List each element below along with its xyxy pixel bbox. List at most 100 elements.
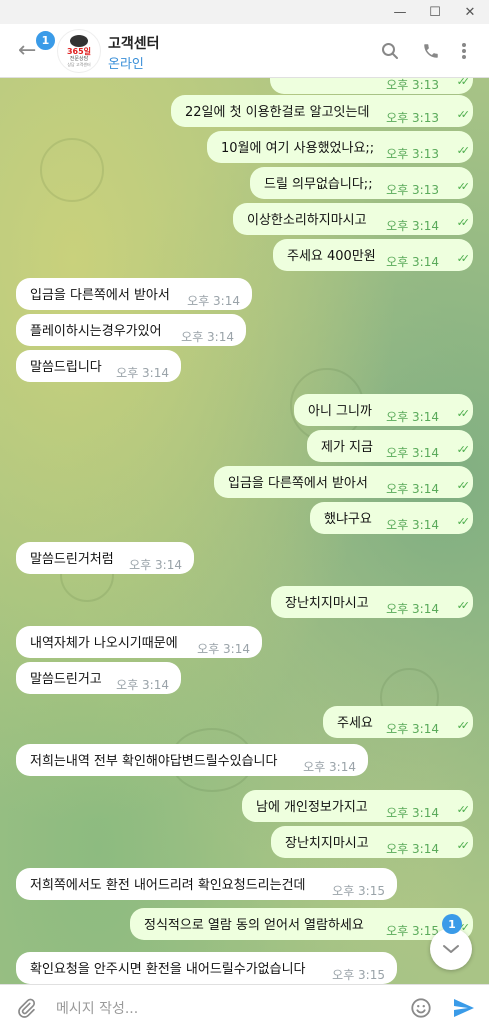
scroll-down-button[interactable] <box>430 928 472 970</box>
message-bubble-out[interactable]: 아니 그니까 오후 3:14 ✓✓ <box>294 394 473 426</box>
background-doodle <box>40 138 104 202</box>
message-bubble-in[interactable]: 플레이하시는경우가있어 오후 3:14 <box>16 314 246 346</box>
message-text: 제가 지금 <box>321 440 373 455</box>
message-time: 오후 3:13 <box>386 78 439 92</box>
double-check-icon: ✓✓ <box>456 599 471 612</box>
message-text: 입금을 다른쪽에서 받아서 <box>228 476 368 491</box>
message-bubble-in[interactable]: 말씀드립니다 오후 3:14 <box>16 350 181 382</box>
message-bubble-out[interactable]: 정식적으로 열람 동의 얻어서 열람하세요 오후 3:15 ✓✓ <box>130 908 473 940</box>
message-composer <box>0 984 489 1031</box>
double-check-icon: ✓✓ <box>456 443 471 456</box>
message-bubble-in[interactable]: 말씀드린거처럼 오후 3:14 <box>16 542 194 574</box>
message-input[interactable] <box>54 997 398 1021</box>
message-text: 말씀드립니다 <box>30 360 102 375</box>
message-bubble-out[interactable]: 이상한소리하지마시고 오후 3:14 ✓✓ <box>233 203 473 235</box>
emoji-icon[interactable] <box>409 996 433 1020</box>
message-text: 22일에 첫 이용한걸로 알고잇는데 <box>185 105 370 120</box>
message-bubble-partial[interactable]: 오후 3:13 ✓✓ <box>270 78 473 94</box>
message-text: 주세요 400만원 <box>287 249 376 264</box>
message-text: 말씀드린거처럼 <box>30 552 114 567</box>
message-bubble-in[interactable]: 내역자체가 나오시기때문에 오후 3:14 <box>16 626 262 658</box>
send-icon[interactable] <box>450 994 478 1022</box>
message-bubble-out[interactable]: 장난치지마시고 오후 3:14 ✓✓ <box>271 826 473 858</box>
chat-header: ← 1 365일 전문상담 상담 고객센터 고객센터 온라인 <box>0 24 489 78</box>
message-time: 오후 3:14 <box>386 842 439 856</box>
unread-badge: 1 <box>35 30 56 51</box>
message-time: 오후 3:14 <box>386 518 439 532</box>
message-text: 말씀드린거고 <box>30 672 102 687</box>
message-text: 했냐구요 <box>324 512 372 527</box>
message-time: 오후 3:14 <box>386 410 439 424</box>
double-check-icon: ✓✓ <box>456 252 471 265</box>
message-time: 오후 3:14 <box>386 806 439 820</box>
message-time: 오후 3:15 <box>332 968 385 982</box>
message-time: 오후 3:14 <box>303 760 356 774</box>
message-time: 오후 3:14 <box>116 366 169 380</box>
message-time: 오후 3:13 <box>386 183 439 197</box>
chevron-down-icon <box>443 945 459 953</box>
message-text: 저희는내역 전부 확인해야답변드릴수있습니다 <box>30 754 278 769</box>
message-time: 오후 3:14 <box>386 602 439 616</box>
maximize-button[interactable]: ☐ <box>415 0 455 24</box>
message-time: 오후 3:14 <box>386 722 439 736</box>
message-time: 오후 3:14 <box>386 255 439 269</box>
message-text: 정식적으로 열람 동의 얻어서 열람하세요 <box>144 918 364 933</box>
message-time: 오후 3:15 <box>332 884 385 898</box>
message-bubble-out[interactable]: 남에 개인정보가지고 오후 3:14 ✓✓ <box>242 790 473 822</box>
close-button[interactable]: ✕ <box>450 0 489 24</box>
paperclip-icon[interactable] <box>14 996 38 1020</box>
message-bubble-in[interactable]: 입금을 다른쪽에서 받아서 오후 3:14 <box>16 278 252 310</box>
avatar-face-icon <box>70 35 88 47</box>
message-bubble-in[interactable]: 저희쪽에서도 환전 내어드리려 확인요청드리는건데 오후 3:15 <box>16 868 397 900</box>
message-text: 드릴 의무없습니다;; <box>264 177 373 192</box>
message-bubble-out[interactable]: 22일에 첫 이용한걸로 알고잇는데 오후 3:13 ✓✓ <box>171 95 473 127</box>
double-check-icon: ✓✓ <box>456 78 471 88</box>
message-time: 오후 3:14 <box>197 642 250 656</box>
chat-title[interactable]: 고객센터 <box>108 33 160 53</box>
message-text: 확인요청을 안주시면 환전을 내어드릴수가없습니다 <box>30 962 306 977</box>
double-check-icon: ✓✓ <box>456 515 471 528</box>
message-time: 오후 3:14 <box>187 294 240 308</box>
message-time: 오후 3:14 <box>129 558 182 572</box>
search-icon[interactable] <box>378 39 402 63</box>
phone-icon[interactable] <box>419 39 443 63</box>
message-text: 10월에 여기 사용했었나요;; <box>221 141 375 156</box>
chat-area[interactable]: 오후 3:13 ✓✓ 22일에 첫 이용한걸로 알고잇는데 오후 3:13 ✓✓… <box>0 78 489 984</box>
new-messages-badge: 1 <box>442 914 462 934</box>
message-bubble-in[interactable]: 저희는내역 전부 확인해야답변드릴수있습니다 오후 3:14 <box>16 744 368 776</box>
message-text: 장난치지마시고 <box>285 836 369 851</box>
message-text: 아니 그니까 <box>308 404 372 419</box>
message-bubble-in[interactable]: 확인요청을 안주시면 환전을 내어드릴수가없습니다 오후 3:15 <box>16 952 397 984</box>
message-bubble-out[interactable]: 10월에 여기 사용했었나요;; 오후 3:13 ✓✓ <box>207 131 473 163</box>
message-text: 입금을 다른쪽에서 받아서 <box>30 288 170 303</box>
avatar-text-1: 365일 <box>66 47 92 56</box>
double-check-icon: ✓✓ <box>456 144 471 157</box>
message-bubble-out[interactable]: 장난치지마시고 오후 3:14 ✓✓ <box>271 586 473 618</box>
message-bubble-out[interactable]: 입금을 다른쪽에서 받아서 오후 3:14 ✓✓ <box>214 466 473 498</box>
double-check-icon: ✓✓ <box>456 803 471 816</box>
online-status: 온라인 <box>108 57 144 72</box>
message-bubble-in[interactable]: 말씀드린거고 오후 3:14 <box>16 662 181 694</box>
message-text: 저희쪽에서도 환전 내어드리려 확인요청드리는건데 <box>30 878 306 893</box>
message-bubble-out[interactable]: 했냐구요 오후 3:14 ✓✓ <box>310 502 473 534</box>
more-menu-icon[interactable] <box>452 39 476 63</box>
double-check-icon: ✓✓ <box>456 839 471 852</box>
message-text: 플레이하시는경우가있어 <box>30 324 162 339</box>
message-text: 장난치지마시고 <box>285 596 369 611</box>
avatar-text-3: 상담 고객센터 <box>67 62 91 67</box>
message-time: 오후 3:13 <box>386 147 439 161</box>
double-check-icon: ✓✓ <box>456 216 471 229</box>
minimize-button[interactable]: — <box>380 0 420 24</box>
message-bubble-out[interactable]: 드릴 의무없습니다;; 오후 3:13 ✓✓ <box>250 167 473 199</box>
avatar[interactable]: 365일 전문상담 상담 고객센터 <box>57 29 101 73</box>
message-time: 오후 3:14 <box>386 219 439 233</box>
message-text: 내역자체가 나오시기때문에 <box>30 636 178 651</box>
double-check-icon: ✓✓ <box>456 180 471 193</box>
double-check-icon: ✓✓ <box>456 479 471 492</box>
message-bubble-out[interactable]: 주세요 오후 3:14 ✓✓ <box>323 706 473 738</box>
message-text: 이상한소리하지마시고 <box>247 213 367 228</box>
message-text: 주세요 <box>337 716 373 731</box>
message-bubble-out[interactable]: 주세요 400만원 오후 3:14 ✓✓ <box>273 239 473 271</box>
double-check-icon: ✓✓ <box>456 719 471 732</box>
message-bubble-out[interactable]: 제가 지금 오후 3:14 ✓✓ <box>307 430 473 462</box>
